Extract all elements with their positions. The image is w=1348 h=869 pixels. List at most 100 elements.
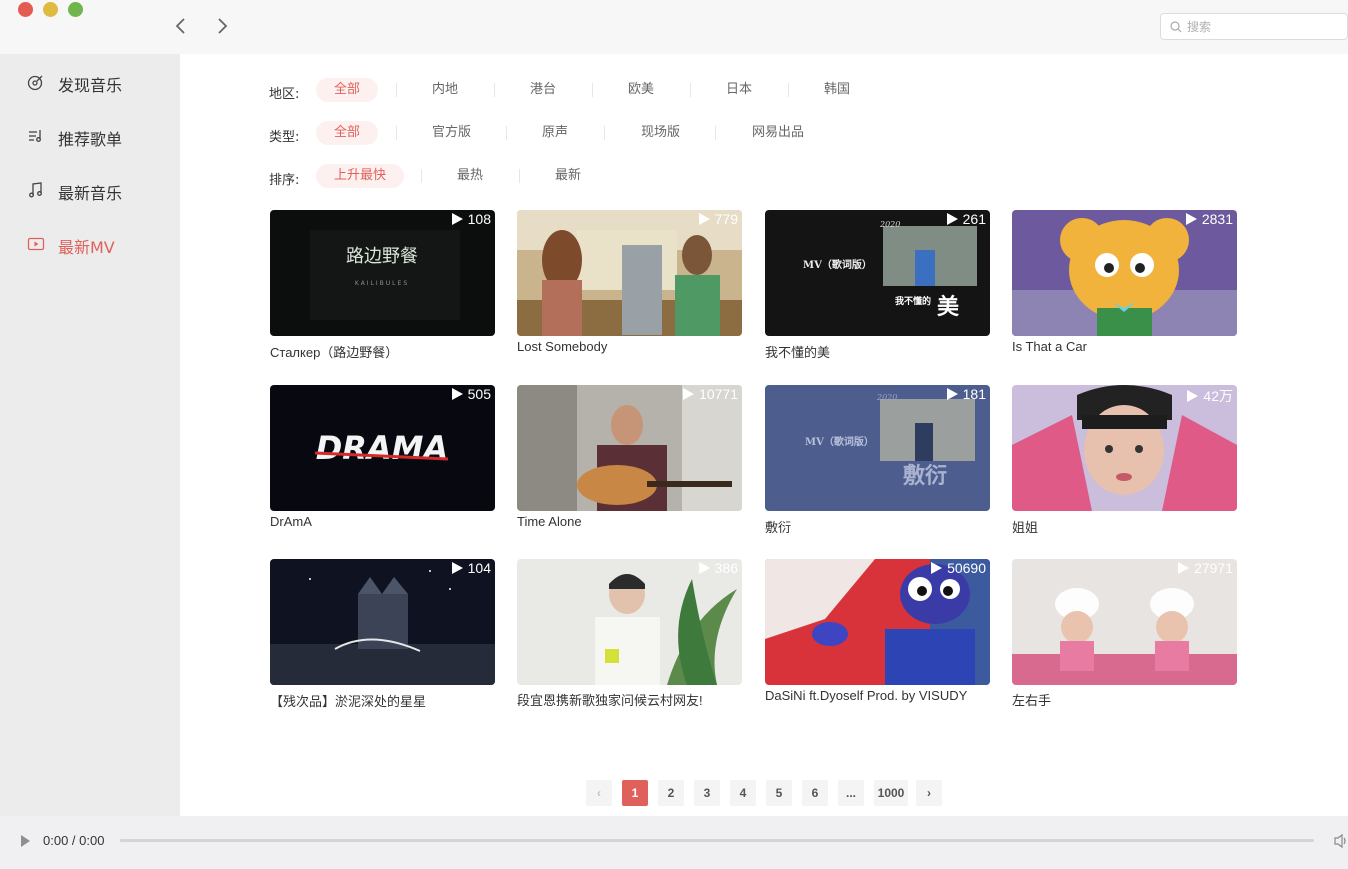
- divider: [494, 83, 495, 97]
- mv-thumbnail[interactable]: 路边野餐 KAILIBULES 108: [270, 210, 495, 336]
- svg-text:路边野餐: 路边野餐: [346, 246, 418, 267]
- mv-title[interactable]: DrAmA: [270, 514, 495, 529]
- mv-title[interactable]: 【残次品】淤泥深处的星星: [270, 691, 495, 710]
- order-option-rising[interactable]: 上升最快: [316, 164, 405, 188]
- more-pages-button[interactable]: ...: [838, 780, 864, 806]
- sidebar-item-discover-music[interactable]: 发现音乐: [0, 62, 180, 102]
- play-icon: [451, 562, 463, 574]
- divider: [421, 169, 422, 183]
- page-button[interactable]: 5: [766, 780, 792, 806]
- mv-card[interactable]: 2020 MV（歌词版） 敷衍 181 敷衍: [765, 385, 990, 536]
- playback-time: 0:00 / 0:00: [43, 833, 105, 848]
- mv-title[interactable]: 姐姐: [1012, 517, 1237, 536]
- mv-thumbnail[interactable]: 779: [517, 210, 742, 336]
- area-option-hk-tw[interactable]: 港台: [512, 78, 574, 102]
- area-option-western[interactable]: 欧美: [610, 78, 672, 102]
- mv-title[interactable]: Сталкер（路边野餐）: [270, 342, 495, 361]
- mv-thumbnail[interactable]: 50690: [765, 559, 990, 685]
- sidebar-item-recommended-playlists[interactable]: 推荐歌单: [0, 116, 180, 156]
- svg-text:美: 美: [937, 294, 960, 320]
- mv-title[interactable]: Time Alone: [517, 514, 742, 529]
- video-icon: [27, 237, 45, 251]
- type-option-original[interactable]: 原声: [524, 121, 586, 145]
- mv-title[interactable]: 敷衍: [765, 517, 990, 536]
- mv-thumbnail[interactable]: 2831: [1012, 210, 1237, 336]
- type-option-official[interactable]: 官方版: [414, 121, 489, 145]
- next-page-button[interactable]: ›: [916, 780, 942, 806]
- page-button[interactable]: 1: [622, 780, 648, 806]
- divider: [592, 83, 593, 97]
- page-button[interactable]: 3: [694, 780, 720, 806]
- play-count: 104: [451, 560, 491, 576]
- mv-title[interactable]: 左右手: [1012, 690, 1237, 709]
- mv-card[interactable]: 路边野餐 KAILIBULES 108 Сталкер（路边野餐）: [270, 210, 495, 361]
- mv-thumbnail[interactable]: 2020 MV（歌词版） 敷衍 181: [765, 385, 990, 511]
- divider: [506, 126, 507, 140]
- sidebar-item-new-mv[interactable]: 最新MV: [0, 224, 180, 264]
- sidebar: 发现音乐 推荐歌单 最新音乐 最新MV: [0, 54, 180, 816]
- progress-bar[interactable]: [120, 839, 1314, 842]
- type-option-live[interactable]: 现场版: [623, 121, 698, 145]
- type-option-netease[interactable]: 网易出品: [734, 121, 822, 145]
- maximize-window-button[interactable]: [68, 2, 83, 17]
- mv-card[interactable]: 779 Lost Somebody: [517, 210, 742, 354]
- mv-card[interactable]: 42万 姐姐: [1012, 385, 1237, 536]
- svg-text:敷衍: 敷衍: [903, 463, 947, 489]
- page-button[interactable]: 2: [658, 780, 684, 806]
- mv-card[interactable]: 50690 DaSiNi ft.Dyoself Prod. by VISUDY: [765, 559, 990, 703]
- search-input[interactable]: [1187, 17, 1337, 37]
- svg-text:2020: 2020: [879, 220, 900, 229]
- type-option-all[interactable]: 全部: [316, 121, 379, 145]
- prev-page-button[interactable]: ‹: [586, 780, 612, 806]
- mv-title[interactable]: 我不懂的美: [765, 342, 990, 361]
- mv-thumbnail[interactable]: 27971: [1012, 559, 1237, 685]
- sidebar-item-new-music[interactable]: 最新音乐: [0, 170, 180, 210]
- mv-card[interactable]: 27971 左右手: [1012, 559, 1237, 709]
- minimize-window-button[interactable]: [43, 2, 58, 17]
- divider: [396, 126, 397, 140]
- mv-cover-image: [1012, 210, 1237, 336]
- order-option-hottest[interactable]: 最热: [439, 164, 501, 188]
- area-option-all[interactable]: 全部: [316, 78, 379, 102]
- back-button[interactable]: [170, 15, 192, 37]
- mv-card[interactable]: 2831 Is That a Car: [1012, 210, 1237, 354]
- mv-cover-image: [517, 385, 742, 511]
- mv-card[interactable]: 104 【残次品】淤泥深处的星星: [270, 559, 495, 710]
- sidebar-item-label: 最新MV: [58, 238, 115, 257]
- mv-card[interactable]: 2020 MV（歌词版） 我不懂的 美 261 我不懂的美: [765, 210, 990, 361]
- music-note-icon: [29, 182, 42, 198]
- mv-card[interactable]: 386 段宜恩携新歌独家问候云村网友!: [517, 559, 742, 709]
- page-button[interactable]: 4: [730, 780, 756, 806]
- play-icon[interactable]: [21, 835, 30, 847]
- mv-title[interactable]: 段宜恩携新歌独家问候云村网友!: [517, 690, 742, 709]
- search-box[interactable]: [1160, 13, 1348, 40]
- mv-title[interactable]: Is That a Car: [1012, 339, 1237, 354]
- order-option-newest[interactable]: 最新: [537, 164, 599, 188]
- mv-thumbnail[interactable]: 386: [517, 559, 742, 685]
- page-button[interactable]: 6: [802, 780, 828, 806]
- forward-button[interactable]: [211, 15, 233, 37]
- mv-cover-image: [765, 559, 990, 685]
- mv-thumbnail[interactable]: 42万: [1012, 385, 1237, 511]
- play-icon: [451, 213, 463, 225]
- page-button[interactable]: 1000: [874, 780, 908, 806]
- play-count: 261: [946, 211, 986, 227]
- area-option-mainland[interactable]: 内地: [414, 78, 476, 102]
- area-option-japan[interactable]: 日本: [708, 78, 770, 102]
- play-count: 108: [451, 211, 491, 227]
- play-count: 50690: [931, 560, 986, 576]
- mv-card[interactable]: 10771 Time Alone: [517, 385, 742, 529]
- area-option-korea[interactable]: 韩国: [806, 78, 868, 102]
- play-icon: [1178, 562, 1190, 574]
- close-window-button[interactable]: [18, 2, 33, 17]
- mv-card[interactable]: DRAMA 505 DrAmA: [270, 385, 495, 529]
- mv-thumbnail[interactable]: 10771: [517, 385, 742, 511]
- mv-thumbnail[interactable]: 104: [270, 559, 495, 685]
- volume-icon[interactable]: [1334, 833, 1348, 849]
- mv-cover-image: DRAMA: [270, 385, 495, 511]
- mv-title[interactable]: Lost Somebody: [517, 339, 742, 354]
- mv-thumbnail[interactable]: DRAMA 505: [270, 385, 495, 511]
- mv-thumbnail[interactable]: 2020 MV（歌词版） 我不懂的 美 261: [765, 210, 990, 336]
- play-count: 27971: [1178, 560, 1233, 576]
- mv-title[interactable]: DaSiNi ft.Dyoself Prod. by VISUDY: [765, 688, 990, 703]
